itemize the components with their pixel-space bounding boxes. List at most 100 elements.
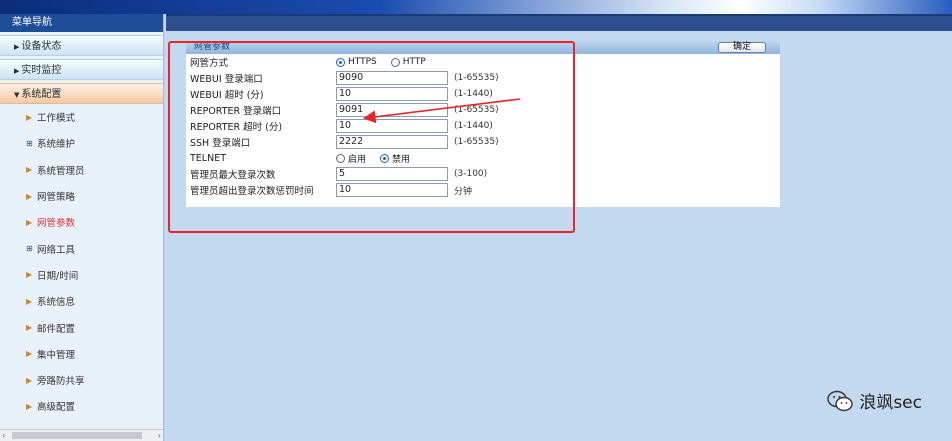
form-row-webui-port: WEBUI 登录端口 9090 (1-65535) [186,70,780,86]
sidebar-item-label: 日期/时间 [37,270,79,282]
ssh-port-input[interactable]: 2222 [336,135,448,149]
lockout-time-input[interactable]: 10 [336,183,448,197]
bullet-icon: ▶ [26,296,33,306]
sidebar-section-realtime-monitor[interactable]: ▶ 实时监控 [0,59,163,80]
form-row-webui-timeout: WEBUI 超时 (分) 10 (1-1440) [186,86,780,102]
sidebar-item-date-time[interactable]: ▶ 日期/时间 [26,262,163,288]
sidebar-item-label: 系统信息 [37,297,76,309]
webui-timeout-input[interactable]: 10 [336,87,448,101]
sidebar-item-mgmt-policy[interactable]: ▶ 网管策略 [26,183,163,209]
sidebar-item-mail-config[interactable]: ▶ 邮件配置 [26,314,163,340]
caret-down-icon: ▼ [14,91,20,99]
field-label: 网管方式 [190,58,229,69]
scrollbar-thumb[interactable] [12,432,142,439]
sidebar-item-label: 网管策略 [37,192,76,204]
field-label: 管理员最大登录次数 [190,170,276,181]
main-header-strip [166,14,952,31]
expand-box-icon: ⊞ [26,244,33,254]
form-row-telnet: TELNET 启用 禁用 [186,150,780,166]
radio-label: HTTPS [348,57,377,67]
radio-option-http[interactable]: HTTP [390,57,426,67]
bullet-icon: ▶ [26,217,33,227]
sidebar-horizontal-scrollbar[interactable]: ‹ › [0,429,163,441]
bullet-icon: ▶ [26,165,33,175]
field-label: 管理员超出登录次数惩罚时间 [190,186,314,197]
form-title: 网管参数 [194,42,231,52]
sidebar-item-label: 网络工具 [37,244,76,256]
sidebar-item-label: 网管参数 [37,218,76,230]
field-label: WEBUI 登录端口 [190,74,263,85]
sidebar-item-label: 集中管理 [37,349,76,361]
radio-option-disable[interactable]: 禁用 [380,152,410,165]
sidebar-item-label: 邮件配置 [37,323,76,335]
bullet-icon: ▶ [26,401,33,411]
sidebar-item-bypass-sharing[interactable]: ▶ 旁路防共享 [26,367,163,393]
field-label: WEBUI 超时 (分) [190,90,264,101]
range-hint: (1-65535) [454,137,499,147]
caret-right-icon: ▶ [14,43,20,51]
confirm-button[interactable]: 确定 [718,42,766,53]
form-row-mgmt-mode: 网管方式 HTTPS HTTP [186,54,780,70]
radio-unchecked-icon[interactable] [336,153,345,163]
wechat-icon [827,390,854,411]
sidebar-item-label: 系统管理员 [37,165,85,177]
sidebar-item-mgmt-params[interactable]: ▶ 网管参数 [26,209,163,235]
form-row-reporter-port: REPORTER 登录端口 9091 (1-65535) [186,102,780,118]
sidebar-section-label: 设备状态 [21,41,62,52]
range-hint: (1-65535) [454,105,499,115]
sidebar-submenu: ▶ 工作模式 ⊞ 系统维护 ▶ 系统管理员 ▶ 网管策略 ▶ 网管参数 ⊞ 网络工具 ▶ 日期… [0,104,163,420]
mgmt-params-form: 网管参数 确定 网管方式 HTTPS HTTP WEBUI 登录端口 9090 … [186,41,780,207]
radio-label: 禁用 [392,154,411,165]
range-hint: (1-1440) [454,89,493,99]
expand-box-icon: ⊞ [26,138,33,148]
caret-right-icon: ▶ [14,67,20,75]
sidebar-item-label: 旁路防共享 [37,376,85,388]
bullet-icon: ▶ [26,323,33,333]
scroll-left-icon[interactable]: ‹ [2,430,5,441]
form-row-lockout-time: 管理员超出登录次数惩罚时间 10 分钟 [186,182,780,198]
radio-unchecked-icon[interactable] [390,57,400,67]
unit-label: 分钟 [454,186,473,197]
radio-option-enable[interactable]: 启用 [336,152,366,165]
field-label: TELNET [190,152,227,164]
sidebar-nav: 菜单导航 ▶ 设备状态 ▶ 实时监控 ▼ 系统配置 ▶ 工作模式 ⊞ 系统维护 ▶ 系统管理… [0,14,164,441]
sidebar-item-label: 系统维护 [37,139,76,151]
reporter-timeout-input[interactable]: 10 [336,119,448,133]
sidebar-item-label: 高级配置 [37,402,76,414]
sidebar-item-central-mgmt[interactable]: ▶ 集中管理 [26,341,163,367]
radio-option-https[interactable]: HTTPS [336,57,377,67]
bullet-icon: ▶ [26,191,33,201]
field-label: REPORTER 超时 (分) [190,122,283,133]
sidebar-title: 菜单导航 [0,14,163,32]
sidebar-section-system-config[interactable]: ▼ 系统配置 [0,83,163,104]
sidebar-item-work-mode[interactable]: ▶ 工作模式 [26,104,163,130]
top-banner [0,0,952,14]
sidebar-item-network-tools[interactable]: ⊞ 网络工具 [26,235,163,261]
radio-checked-icon[interactable] [380,153,390,163]
radio-group-protocol: HTTPS HTTP [336,57,450,67]
radio-label: 启用 [348,154,367,165]
webui-port-input[interactable]: 9090 [336,71,448,85]
sidebar-item-advanced-config[interactable]: ▶ 高级配置 [26,393,163,419]
sidebar-section-label: 实时监控 [21,65,62,76]
scroll-right-icon[interactable]: › [158,430,161,441]
radio-checked-icon[interactable] [336,57,345,67]
form-row-reporter-timeout: REPORTER 超时 (分) 10 (1-1440) [186,118,780,134]
sidebar-item-system-info[interactable]: ▶ 系统信息 [26,288,163,314]
reporter-port-input[interactable]: 9091 [336,103,448,117]
radio-group-telnet: 启用 禁用 [336,152,450,165]
sidebar-section-device-status[interactable]: ▶ 设备状态 [0,35,163,56]
sidebar-item-system-admin[interactable]: ▶ 系统管理员 [26,157,163,183]
sidebar-section-label: 系统配置 [21,89,62,100]
max-login-input[interactable]: 5 [336,167,448,181]
watermark-text: 浪飒sec [859,393,922,413]
range-hint: (1-1440) [454,121,493,131]
form-row-ssh-port: SSH 登录端口 2222 (1-65535) [186,134,780,150]
bullet-icon: ▶ [26,270,33,280]
bullet-icon: ▶ [26,375,33,385]
watermark: 浪飒sec [827,388,922,413]
form-header: 网管参数 确定 [186,41,780,54]
range-hint: (3-100) [454,169,488,179]
sidebar-item-system-maintenance[interactable]: ⊞ 系统维护 [26,130,163,156]
range-hint: (1-65535) [454,73,499,83]
